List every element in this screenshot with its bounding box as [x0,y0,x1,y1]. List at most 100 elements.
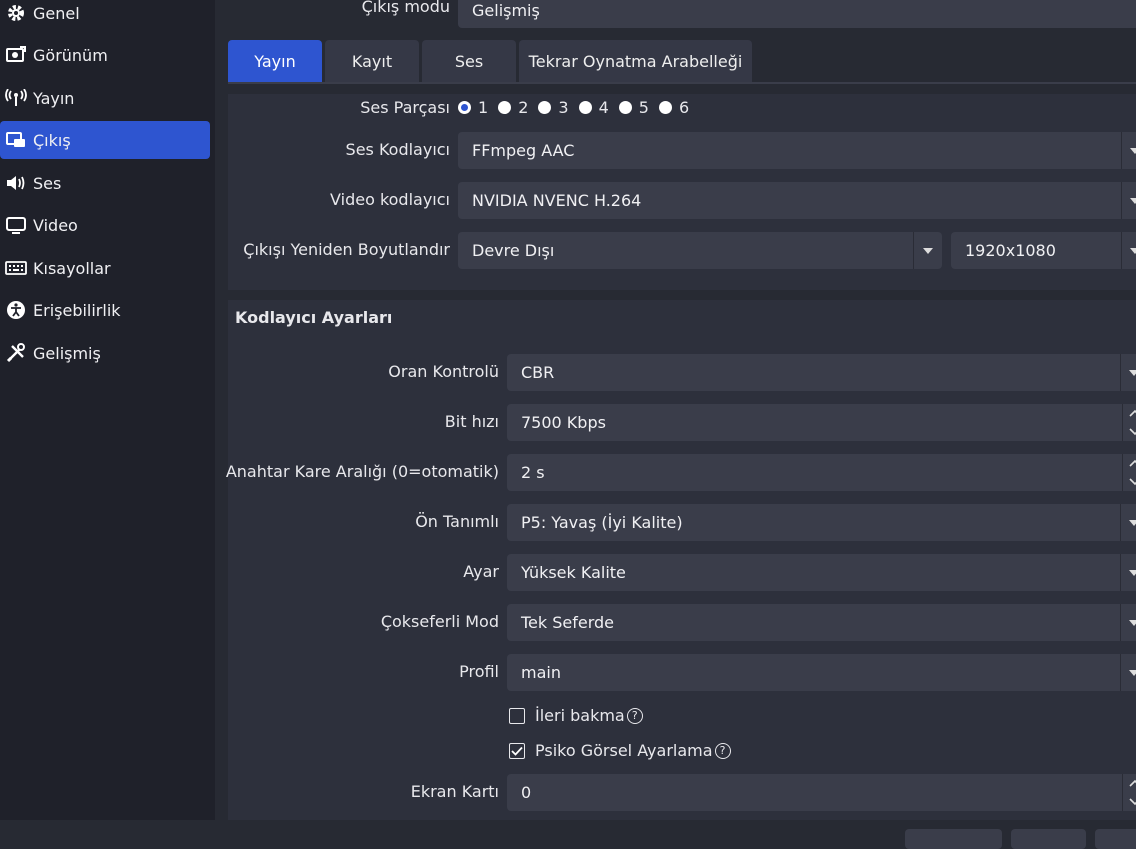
video-encoder-label: Video kodlayıcı [330,190,450,209]
tab-yayin[interactable]: Yayın [228,40,322,82]
chevron-down-icon [1121,132,1136,169]
psycho-visual-row: Psiko Görsel Ayarlama ? [509,741,731,760]
spin-buttons[interactable] [1122,774,1136,811]
sidebar-item-kisayollar[interactable]: Kısayollar [0,249,210,287]
sidebar-item-cikis[interactable]: Çıkış [0,121,210,159]
rescale-value: Devre Dışı [472,241,555,260]
radio-dot [498,101,512,114]
rescale-resolution-select[interactable]: 1920x1080 [951,232,1136,269]
psycho-visual-checkbox[interactable] [509,742,525,759]
monitor-icon [5,214,27,236]
tab-kayit[interactable]: Kayıt [325,40,419,82]
sidebar-item-video[interactable]: Video [0,206,210,244]
audio-track-radio-2[interactable]: 2 [498,98,528,117]
gear-icon [5,2,27,24]
audio-track-radio-group: 1 2 3 4 5 6 [458,98,699,117]
sidebar-item-gorunum[interactable]: Görünüm [0,36,210,74]
chevron-down-icon[interactable] [1129,478,1136,486]
audio-track-radio-3[interactable]: 3 [538,98,569,117]
chevron-down-icon [1120,504,1136,541]
radio-label: 1 [478,98,489,117]
profile-value: main [521,663,561,682]
sidebar-item-gelismis[interactable]: Gelişmiş [0,334,210,372]
tab-ses[interactable]: Ses [422,40,516,82]
tuning-value: Yüksek Kalite [521,563,626,582]
sidebar-item-genel[interactable]: Genel [0,0,210,32]
sidebar-item-yayin[interactable]: Yayın [0,79,210,117]
output-mode-select[interactable]: Gelişmiş [458,0,1136,28]
chevron-down-icon [1120,604,1136,641]
sidebar-item-erisebilirlik[interactable]: Erişebilirlik [0,291,210,329]
sidebar: Genel Görünüm Yayın Çıkış Ses Video Kısa… [0,0,215,820]
sidebar-item-label: Çıkış [33,130,71,150]
audio-encoder-label: Ses Kodlayıcı [345,140,450,159]
tab-label: Kayıt [351,51,393,71]
radio-dot [458,101,471,114]
rescale-label: Çıkışı Yeniden Boyutlandır [243,240,450,259]
tab-tekrar-oynatma[interactable]: Tekrar Oynatma Arabelleği [519,40,752,82]
chevron-down-icon [1120,554,1136,591]
sidebar-item-label: Gelişmiş [33,343,101,363]
spin-buttons[interactable] [1122,454,1136,491]
speaker-icon [5,172,27,194]
audio-track-radio-6[interactable]: 6 [658,98,689,117]
audio-encoder-select[interactable]: FFmpeg AAC [458,132,1136,169]
radio-label: 2 [518,98,529,117]
radio-dot [578,101,592,114]
video-encoder-select[interactable]: NVIDIA NVENC H.264 [458,182,1136,219]
keyframe-spinbox[interactable]: 2 s [507,454,1136,491]
radio-dot [658,101,672,114]
radio-label: 4 [598,98,609,117]
chevron-down-icon[interactable] [1129,428,1136,436]
sidebar-item-label: Video [33,215,78,235]
multipass-select[interactable]: Tek Seferde [507,604,1136,641]
output-mode-label: Çıkış modu [361,0,450,16]
checkmark-icon [511,746,523,756]
radio-label: 3 [558,98,569,117]
spin-buttons[interactable] [1122,404,1136,441]
dialog-button[interactable] [1095,829,1136,849]
radio-dot [618,101,632,114]
tab-label: Yayın [254,51,296,71]
bitrate-value: 7500 Kbps [521,413,606,432]
rescale-resolution-value: 1920x1080 [965,241,1056,260]
bitrate-spinbox[interactable]: 7500 Kbps [507,404,1136,441]
rate-control-label: Oran Kontrolü [388,362,499,381]
sidebar-item-ses[interactable]: Ses [0,164,210,202]
multipass-label: Çokseferli Mod [380,612,499,631]
sidebar-item-label: Yayın [33,88,75,108]
audio-track-radio-1[interactable]: 1 [458,98,488,117]
rate-control-select[interactable]: CBR [507,354,1136,391]
bitrate-label: Bit hızı [444,412,499,431]
output-mode-value: Gelişmiş [472,0,540,20]
gpu-spinbox[interactable]: 0 [507,774,1136,811]
video-encoder-value: NVIDIA NVENC H.264 [472,191,642,210]
chevron-down-icon [913,232,942,269]
tuning-select[interactable]: Yüksek Kalite [507,554,1136,591]
rescale-select[interactable]: Devre Dışı [458,232,942,269]
output-icon [5,129,27,151]
lookahead-checkbox[interactable] [509,707,525,724]
chevron-up-icon[interactable] [1129,459,1136,467]
keyframe-value: 2 s [521,463,545,482]
profile-select[interactable]: main [507,654,1136,691]
help-icon[interactable]: ? [626,707,643,724]
chevron-down-icon [1121,182,1136,219]
tab-label: Ses [454,51,484,71]
audio-track-radio-4[interactable]: 4 [578,98,609,117]
broadcast-icon [5,87,27,109]
dialog-button[interactable] [1011,829,1086,849]
preset-select[interactable]: P5: Yavaş (İyi Kalite) [507,504,1136,541]
main-area: Çıkış modu Gelişmiş Yayın Kayıt Ses Tekr… [215,0,1136,849]
help-icon[interactable]: ? [714,742,731,759]
chevron-up-icon[interactable] [1129,409,1136,417]
audio-track-radio-5[interactable]: 5 [618,98,649,117]
profile-label: Profil [459,662,499,681]
chevron-down-icon[interactable] [1129,798,1136,806]
accessibility-icon [5,299,27,321]
sidebar-item-label: Kısayollar [33,258,111,278]
appearance-icon [5,44,27,66]
dialog-button[interactable] [905,829,1002,849]
chevron-up-icon[interactable] [1129,779,1136,787]
lookahead-label: İleri bakma [535,706,625,725]
